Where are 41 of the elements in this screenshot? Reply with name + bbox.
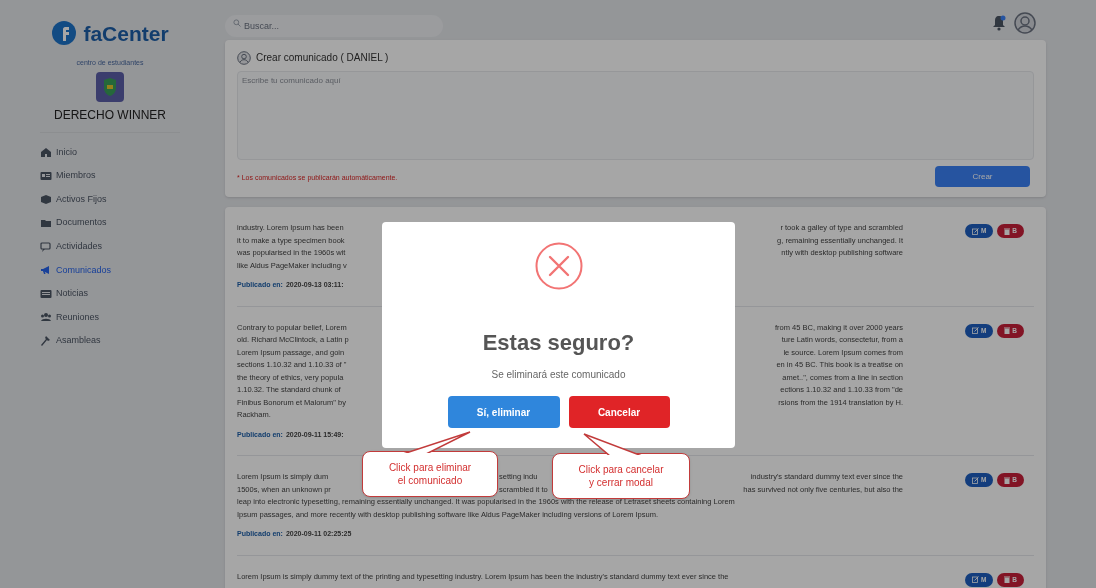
trash-icon xyxy=(1004,576,1011,583)
dialog-message: Se eliminará este comunicado xyxy=(491,368,626,382)
edit-icon xyxy=(971,576,979,583)
sidebar-item[interactable]: Documentos xyxy=(40,211,180,235)
home-icon xyxy=(40,146,52,159)
bell-icon[interactable] xyxy=(992,15,1006,31)
sidebar-item[interactable]: Activos Fijos xyxy=(40,187,180,212)
dialog-title: Estas seguro? xyxy=(482,329,635,357)
trash-icon xyxy=(1004,476,1011,484)
box-icon xyxy=(40,193,52,206)
sidebar-item[interactable]: Asambleas xyxy=(40,329,180,353)
user-avatar-icon[interactable] xyxy=(1014,12,1036,34)
search-field[interactable]: Buscar... xyxy=(225,15,443,37)
create-button[interactable]: Crear xyxy=(935,166,1030,187)
chat-icon xyxy=(40,240,52,253)
logo-text[interactable]: faCenter xyxy=(83,22,169,44)
edit-icon xyxy=(971,227,979,235)
card-icon xyxy=(40,169,52,182)
sidebar-item[interactable]: Comunicados xyxy=(40,258,180,283)
sidebar-item[interactable]: Noticias xyxy=(40,282,180,306)
news-icon xyxy=(40,287,52,300)
sidebar-item[interactable]: Reuniones xyxy=(40,305,180,330)
cancel-button[interactable]: Cancelar xyxy=(568,396,670,428)
sidebar-item[interactable]: Inicio xyxy=(40,140,180,165)
error-x-icon xyxy=(534,242,583,290)
people-icon xyxy=(40,311,52,324)
sidebar-item[interactable]: Miembros xyxy=(40,164,180,188)
trash-icon xyxy=(1004,227,1011,235)
sidebar-item[interactable]: Actividades xyxy=(40,234,180,259)
megaphone-icon xyxy=(40,264,52,277)
folder-icon xyxy=(40,217,52,230)
edit-icon xyxy=(971,327,979,334)
organization-name: DERECHO WINNER xyxy=(40,105,180,133)
trash-icon xyxy=(1004,327,1011,334)
compose-title: Crear comunicado ( DANIEL ) xyxy=(256,51,389,65)
edit-icon xyxy=(971,476,979,484)
logo-icon xyxy=(51,20,78,46)
organization-logo xyxy=(96,71,124,102)
hammer-icon xyxy=(40,335,52,348)
user-icon xyxy=(237,50,251,65)
confirm-button[interactable]: Sí, eliminar xyxy=(447,396,560,428)
